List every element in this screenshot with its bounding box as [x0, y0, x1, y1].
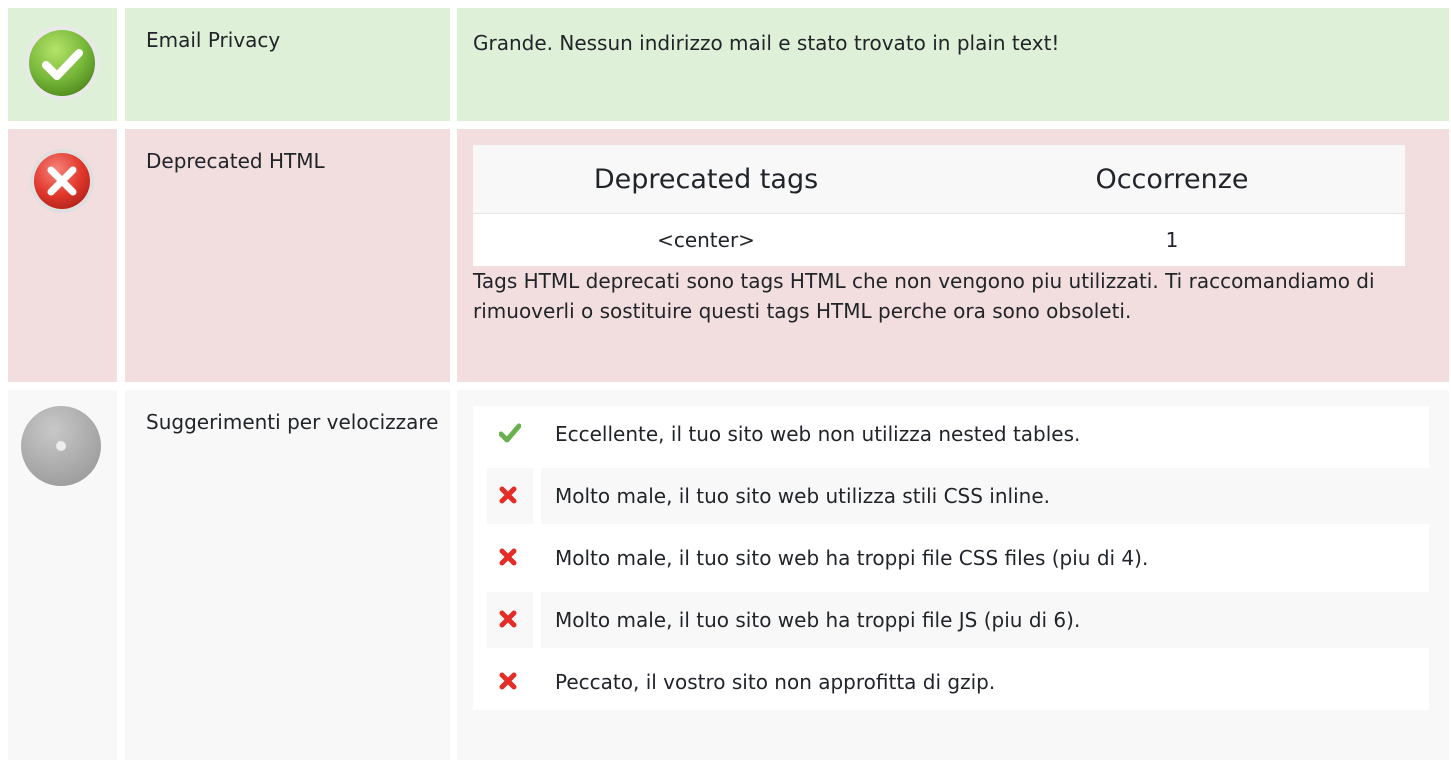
list-item: Molto male, il tuo sito web ha troppi fi… [473, 530, 1429, 586]
cross-icon [499, 672, 517, 690]
row-title: Deprecated HTML [125, 129, 450, 382]
checkmark-icon [499, 423, 521, 443]
info-circle-icon [21, 406, 101, 486]
deprecated-tags-table: Deprecated tags Occorrenze <center> 1 [473, 145, 1405, 266]
status-cell [8, 390, 117, 760]
deprecated-content: Deprecated tags Occorrenze <center> 1 Ta… [457, 129, 1449, 382]
check-circle-icon [22, 23, 102, 103]
cross-icon [499, 548, 517, 566]
tag-cell: <center> [657, 228, 755, 252]
suggestion-text: Eccellente, il tuo sito web non utilizza… [541, 406, 1429, 462]
result-row-email-privacy: Email Privacy Grande. Nessun indirizzo m… [8, 8, 1449, 121]
column-header-count: Occorrenze [1095, 164, 1249, 195]
status-cell [8, 8, 117, 121]
list-item: Peccato, il vostro sito non approfitta d… [473, 654, 1429, 710]
column-header-tag: Deprecated tags [593, 164, 819, 195]
count-cell: 1 [1165, 228, 1179, 252]
list-item: Molto male, il tuo sito web ha troppi fi… [473, 592, 1429, 648]
email-privacy-message: Grande. Nessun indirizzo mail e stato tr… [457, 8, 1449, 121]
row-title: Email Privacy [125, 8, 450, 121]
list-item: Molto male, il tuo sito web utilizza sti… [473, 468, 1429, 524]
table-row: <center> 1 [473, 214, 1405, 266]
deprecated-description: Tags HTML deprecati sono tags HTML che n… [473, 269, 1375, 323]
error-circle-icon [22, 141, 102, 221]
speed-tips-content: Eccellente, il tuo sito web non utilizza… [457, 390, 1449, 760]
cross-icon [499, 486, 517, 504]
status-cell [8, 129, 117, 382]
result-row-speed-tips: Suggerimenti per velocizzare Eccellente,… [8, 390, 1449, 760]
cross-icon [499, 610, 517, 628]
table-header: Deprecated tags Occorrenze [473, 145, 1405, 214]
result-row-deprecated-html: Deprecated HTML Deprecated tags Occorren… [8, 129, 1449, 382]
list-item: Eccellente, il tuo sito web non utilizza… [473, 406, 1429, 462]
suggestion-text: Molto male, il tuo sito web ha troppi fi… [541, 530, 1429, 586]
suggestion-text: Peccato, il vostro sito non approfitta d… [541, 654, 1429, 710]
suggestion-text: Molto male, il tuo sito web ha troppi fi… [541, 592, 1429, 648]
row-title: Suggerimenti per velocizzare [125, 390, 450, 760]
suggestion-text: Molto male, il tuo sito web utilizza sti… [541, 468, 1429, 524]
suggestions-list: Eccellente, il tuo sito web non utilizza… [473, 406, 1429, 710]
